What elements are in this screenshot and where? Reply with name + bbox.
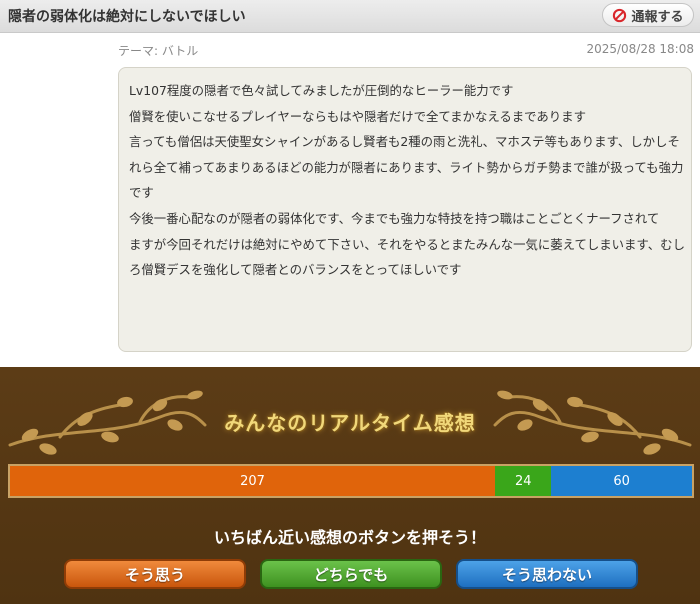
report-button[interactable]: 通報する <box>602 3 694 27</box>
post-line: Lv107程度の隠者で色々試してみましたが圧倒的なヒーラー能力です <box>129 83 514 98</box>
vote-prompt: いちばん近い感想のボタンを押そう！ <box>213 528 486 547</box>
either-button[interactable]: どちらでも <box>260 559 442 589</box>
thread-header: 隠者の弱体化は絶対にしないでほしい 通報する <box>0 0 700 33</box>
post-line: れら全て補ってあまりあるほどの能力が隠者にあります、ライト勢からガチ勢まで誰が扱… <box>129 159 684 175</box>
report-label: 通報する <box>631 9 684 25</box>
post-line: です <box>129 185 154 201</box>
result-agree-segment: 207 <box>10 466 496 496</box>
realtime-title: みんなのリアルタイム感想 <box>224 411 476 435</box>
post-line: 今後一番心配なのが隠者の弱体化です、今までも強力な特技を持つ職はことごとくナーフ… <box>129 210 660 226</box>
post-timestamp: 2025/08/28 18:08 <box>586 42 694 56</box>
post-line: 言っても僧侶は天使聖女シャインがあるし賢者も2種の雨と洗礼、マホステ等もあります… <box>129 134 680 150</box>
agree-button[interactable]: そう思う <box>64 559 246 589</box>
reaction-result-bar: 207 24 60 <box>8 464 694 498</box>
post-line: 僧賢を使いこなせるプレイヤーならもはや隠者だけで全てまかなえるまであります <box>129 108 586 124</box>
thread-title: 隠者の弱体化は絶対にしないでほしい <box>8 9 246 25</box>
post-line: ますが今回それだけは絶対にやめて下さい、それをやるとまたみんな一気に萎えてしまい… <box>129 236 685 252</box>
result-disagree-segment: 60 <box>551 466 692 496</box>
prohibit-icon <box>612 8 627 23</box>
disagree-button[interactable]: そう思わない <box>456 559 638 589</box>
realtime-reaction-panel: みんなのリアルタイム感想 207 24 60 いちばん近い感想のボタンを押そう！… <box>0 367 700 604</box>
post-line: ろ僧賢デスを強化して隠者とのバランスをとってほしいです <box>129 262 462 278</box>
result-either-segment: 24 <box>495 466 552 496</box>
post-body: Lv107程度の隠者で色々試してみましたが圧倒的なヒーラー能力です 僧賢を使いこ… <box>118 67 692 352</box>
post-theme: テーマ: バトル <box>118 44 199 58</box>
